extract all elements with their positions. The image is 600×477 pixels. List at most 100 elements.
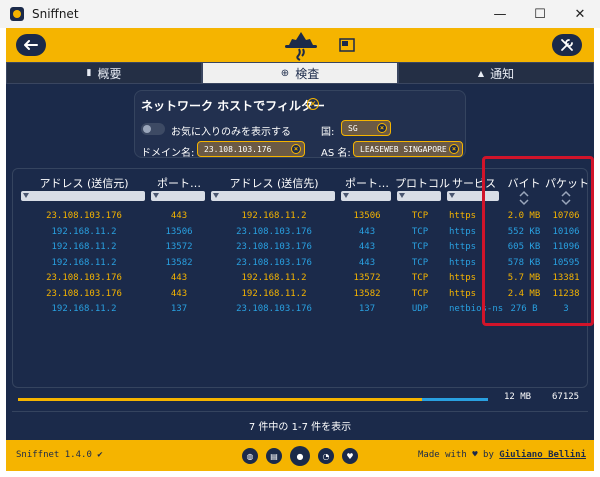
cell-dport: 13582	[353, 288, 381, 299]
cell-src: 23.108.103.176	[46, 211, 122, 221]
made-with-text: Made with	[417, 450, 467, 460]
cell-dport: 443	[358, 257, 376, 268]
as-filter-input[interactable]: LEASEWEB SINGAPORE P ×	[353, 141, 463, 157]
divider	[12, 411, 588, 412]
as-label: AS 名:	[321, 148, 351, 159]
settings-button[interactable]	[552, 34, 582, 56]
column-filter-sport-input[interactable]	[151, 191, 205, 201]
cell-sport: 443	[170, 288, 188, 299]
cell-src: 192.168.11.2	[51, 257, 117, 268]
cell-sport: 443	[170, 273, 188, 283]
tab-inspect[interactable]: ⊕ 検査	[202, 62, 398, 84]
cell-src: 192.168.11.2	[51, 226, 117, 237]
back-button[interactable]	[16, 34, 46, 56]
rss-icon[interactable]: ◔	[318, 448, 334, 464]
host-filter-panel: ネットワーク ホストでフィルター × お気に入りのみを表示する 国: SG × …	[134, 90, 466, 159]
favorites-toggle[interactable]	[141, 123, 165, 135]
minimize-button[interactable]: —	[480, 0, 520, 28]
column-header-dport: ポート…	[345, 177, 389, 190]
app-header	[6, 28, 594, 62]
heart-icon[interactable]: ♥	[342, 448, 358, 464]
sniffnet-app-icon	[10, 7, 24, 21]
bell-icon: ▲	[477, 68, 485, 78]
cell-dst: 23.108.103.176	[236, 242, 312, 252]
outgoing-traffic-fill	[422, 398, 488, 401]
arrow-left-icon	[24, 40, 38, 50]
book-icon[interactable]: ▤	[266, 448, 282, 464]
total-bytes: 12 MB	[504, 392, 532, 402]
wrench-screwdriver-icon	[561, 39, 573, 51]
github-icon[interactable]: ●	[290, 446, 310, 466]
cell-src: 23.108.103.176	[46, 273, 122, 283]
cell-dport: 137	[358, 304, 376, 314]
incoming-traffic-fill	[18, 398, 422, 401]
close-window-button[interactable]: ✕	[560, 0, 600, 28]
cell-sport: 13572	[165, 242, 193, 252]
cell-sport: 13506	[165, 226, 193, 237]
author-link[interactable]: Giuliano Bellini	[499, 450, 586, 460]
country-filter-value: SG	[348, 123, 358, 133]
cell-dport: 13572	[353, 273, 381, 283]
as-filter-value: LEASEWEB SINGAPORE P	[360, 144, 457, 154]
tab-label: 通知	[490, 66, 515, 81]
cell-proto: TCP	[411, 226, 429, 237]
window-controls: — ☐ ✕	[480, 0, 600, 28]
magnifier-icon: ⊕	[280, 67, 290, 79]
globe-icon[interactable]: ◍	[242, 448, 258, 464]
column-filter-dport-input[interactable]	[341, 191, 391, 201]
version-text: Sniffnet 1.4.0	[16, 450, 92, 460]
clear-country-button[interactable]: ×	[377, 123, 387, 133]
clear-domain-button[interactable]: ×	[291, 144, 301, 154]
cell-proto: TCP	[411, 211, 429, 221]
column-header-proto: プロトコル	[395, 177, 450, 190]
cell-dport: 443	[358, 242, 376, 252]
column-filter-proto-input[interactable]	[397, 191, 441, 201]
domain-filter-input[interactable]: 23.108.103.176 ×	[197, 141, 305, 157]
cell-dst: 192.168.11.2	[241, 211, 307, 221]
window-titlebar: Sniffnet — ☐ ✕	[0, 0, 600, 28]
tab-overview[interactable]: ▮ 概要	[6, 62, 202, 84]
cell-dst: 23.108.103.176	[236, 304, 312, 314]
tab-label: 検査	[295, 66, 320, 81]
up-to-date-check-icon: ✔	[97, 450, 103, 460]
column-filter-dst-input[interactable]	[211, 191, 335, 201]
cell-src: 23.108.103.176	[46, 288, 122, 299]
cell-dst: 23.108.103.176	[236, 226, 312, 237]
traffic-bar	[18, 398, 488, 401]
cell-dst: 192.168.11.2	[241, 288, 307, 299]
favorites-label: お気に入りのみを表示する	[171, 127, 291, 138]
window-bottom-edge	[0, 471, 600, 477]
total-packets: 67125	[552, 392, 580, 402]
cell-dst: 23.108.103.176	[236, 257, 312, 268]
column-header-src: アドレス (送信元)	[39, 177, 129, 190]
tab-notifications[interactable]: ▲ 通知	[398, 62, 594, 84]
version-label: Sniffnet 1.4.0 ✔	[16, 450, 103, 460]
cell-dport: 13506	[353, 211, 381, 221]
cell-sport: 443	[170, 211, 188, 221]
heart-glyph-icon: ♥	[472, 450, 478, 460]
cell-dport: 443	[358, 226, 376, 237]
cell-src: 192.168.11.2	[51, 242, 117, 252]
cell-dst: 192.168.11.2	[241, 273, 307, 283]
made-with-credit: Made with ♥ by Giuliano Bellini	[418, 450, 586, 460]
maximize-button[interactable]: ☐	[520, 0, 560, 28]
clear-as-button[interactable]: ×	[449, 144, 459, 154]
domain-label: ドメイン名:	[141, 148, 195, 159]
country-label: 国:	[321, 127, 335, 138]
thumbnail-mode-icon[interactable]	[339, 37, 355, 53]
window-title: Sniffnet	[32, 7, 79, 21]
filter-panel-title: ネットワーク ホストでフィルター	[141, 99, 325, 113]
column-filter-src-input[interactable]	[21, 191, 145, 201]
bytes-packets-highlight	[482, 156, 594, 326]
cell-proto: TCP	[411, 273, 429, 283]
by-text: by	[483, 450, 494, 460]
domain-filter-value: 23.108.103.176	[204, 144, 272, 154]
cell-proto: TCP	[411, 242, 429, 252]
tab-bar: ▮ 概要 ⊕ 検査 ▲ 通知	[6, 62, 594, 84]
app-footer: Sniffnet 1.4.0 ✔ ◍ ▤ ● ◔ ♥ Made with ♥ b…	[6, 440, 594, 471]
cell-proto: TCP	[411, 288, 429, 299]
cell-proto: TCP	[411, 257, 429, 268]
country-filter-input[interactable]: SG ×	[341, 120, 391, 136]
tab-label: 概要	[97, 66, 122, 81]
clear-all-filters-button[interactable]: ×	[307, 98, 319, 110]
